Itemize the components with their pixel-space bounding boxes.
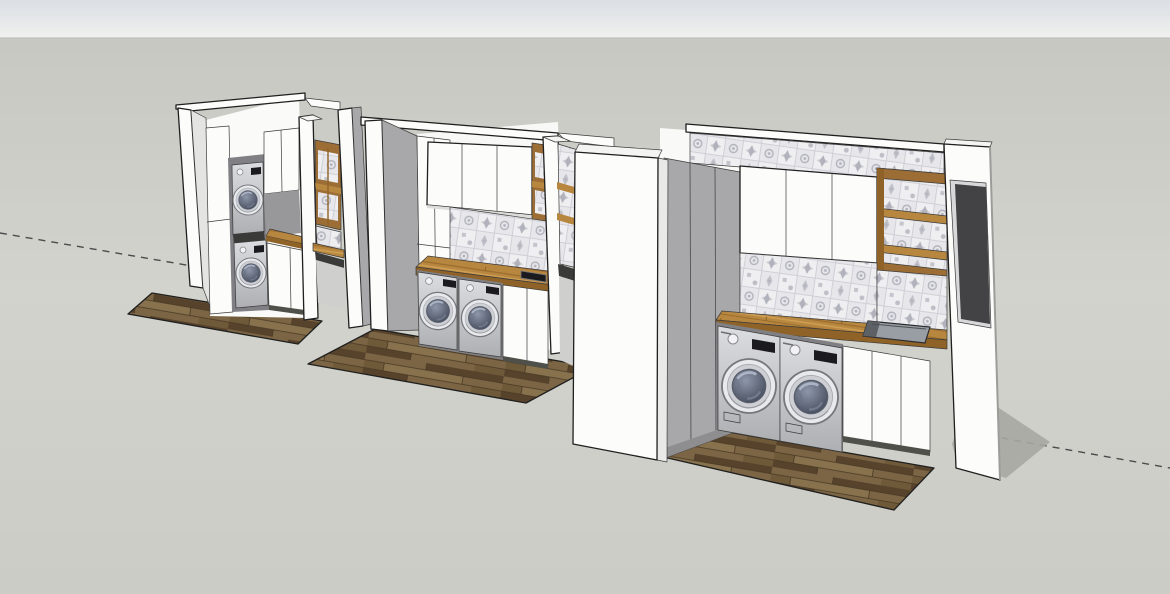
stacked-dryer[interactable] <box>231 162 265 235</box>
washer-right[interactable] <box>780 337 842 452</box>
washer-knob <box>426 278 433 285</box>
base-cabinet[interactable] <box>503 285 548 366</box>
washer-left[interactable] <box>417 272 460 350</box>
open-wood-shelving[interactable] <box>877 168 947 278</box>
upper-cabinet-doors <box>740 166 877 263</box>
shelf-post <box>877 168 884 272</box>
sky-band <box>0 0 1170 38</box>
wardrobe-front <box>573 152 658 460</box>
washer-knob <box>790 345 800 355</box>
upper-cabinets[interactable] <box>740 166 877 266</box>
alcove-base <box>316 260 346 310</box>
tall-wardrobe[interactable] <box>573 144 668 462</box>
dryer-knob <box>237 169 243 175</box>
open-wood-shelf[interactable] <box>315 140 341 230</box>
base-cabinet[interactable] <box>843 346 930 452</box>
washer-knob <box>467 285 474 292</box>
washer-knob <box>728 334 738 344</box>
tile-backsplash-right <box>877 270 947 331</box>
stacked-washer[interactable] <box>234 240 268 308</box>
app-window <box>0 0 1170 594</box>
tall-cabinet[interactable] <box>206 126 233 314</box>
washer-left[interactable] <box>718 326 780 441</box>
upper-cabinet-doors <box>427 142 532 215</box>
wardrobe-side <box>657 158 668 462</box>
dryer-display <box>251 167 261 175</box>
upper-cabinets[interactable] <box>427 142 532 218</box>
tile-backsplash <box>740 253 877 324</box>
washer-knob <box>240 247 246 253</box>
model-viewport[interactable] <box>0 0 1170 594</box>
washer-right[interactable] <box>459 279 502 357</box>
left-wall-inner-face <box>382 120 420 331</box>
washer-display <box>254 245 264 253</box>
